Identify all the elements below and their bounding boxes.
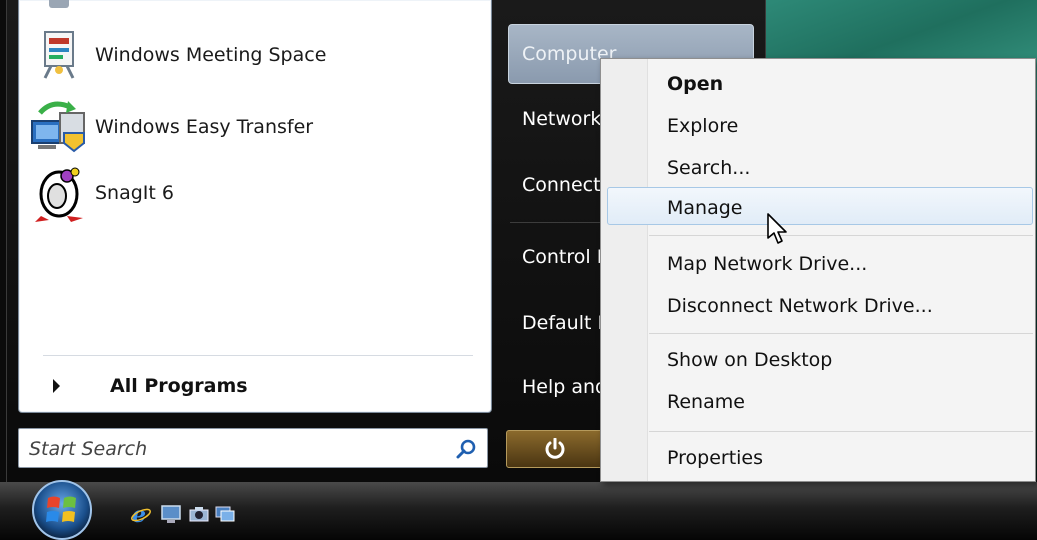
power-icon: [545, 438, 565, 459]
meeting-space-icon: [29, 25, 89, 85]
partial-program-icon: [49, 0, 69, 8]
menu-item-properties[interactable]: Properties: [667, 447, 763, 469]
show-desktop-icon[interactable]: [160, 503, 182, 525]
program-item-easy-transfer[interactable]: Windows Easy Transfer: [29, 96, 484, 158]
right-item-label: Control Panel: [522, 246, 602, 268]
menu-icon-gutter: [601, 59, 648, 481]
menu-separator: [649, 431, 1033, 432]
computer-context-menu: Open Explore Search... Manage Map Networ…: [600, 58, 1036, 482]
right-item-label: Connect To: [522, 174, 602, 196]
program-item-meeting-space[interactable]: Windows Meeting Space: [29, 24, 484, 86]
arrow-right-icon: [53, 379, 60, 393]
menu-separator: [649, 333, 1033, 334]
switch-windows-icon[interactable]: [214, 503, 236, 525]
right-item-label: Network: [522, 108, 602, 130]
menu-separator: [649, 235, 1033, 236]
menu-item-explore[interactable]: Explore: [667, 115, 738, 137]
right-item-default-programs[interactable]: Default Programs: [522, 312, 602, 334]
menu-item-disconnect-network-drive[interactable]: Disconnect Network Drive...: [667, 295, 933, 317]
menu-item-search[interactable]: Search...: [667, 157, 750, 179]
start-search-input[interactable]: [19, 429, 451, 469]
search-icon[interactable]: [455, 438, 477, 460]
easy-transfer-icon: [29, 97, 89, 157]
power-button[interactable]: [506, 430, 606, 468]
right-item-control-panel[interactable]: Control Panel: [522, 246, 602, 268]
right-item-label: Help and Support: [522, 376, 602, 398]
all-programs-button[interactable]: All Programs: [39, 368, 479, 404]
right-item-help-support[interactable]: Help and Support: [522, 376, 602, 398]
camera-icon[interactable]: [188, 503, 210, 525]
program-label: SnagIt 6: [95, 182, 174, 204]
program-label: Windows Easy Transfer: [95, 116, 314, 138]
right-item-connect-to[interactable]: Connect To: [522, 174, 602, 196]
snagit-icon: [29, 163, 89, 223]
taskbar: [0, 482, 1037, 540]
start-menu-programs-pane: Windows Meeting Space Windows Easy Trans…: [18, 0, 492, 413]
all-programs-label: All Programs: [110, 375, 248, 397]
menu-item-manage[interactable]: Manage: [667, 197, 742, 219]
start-search-box[interactable]: [18, 428, 488, 469]
start-orb-icon[interactable]: [26, 476, 98, 540]
menu-item-open[interactable]: Open: [667, 73, 723, 95]
menu-item-map-network-drive[interactable]: Map Network Drive...: [667, 253, 867, 275]
program-item-snagit[interactable]: SnagIt 6: [29, 162, 484, 224]
right-item-label: Default Programs: [522, 312, 602, 334]
program-label: Windows Meeting Space: [95, 44, 327, 66]
right-item-network[interactable]: Network: [522, 108, 602, 130]
menu-item-show-on-desktop[interactable]: Show on Desktop: [667, 349, 832, 371]
mouse-cursor-icon: [767, 213, 787, 244]
programs-separator: [43, 355, 473, 356]
menu-item-rename[interactable]: Rename: [667, 391, 745, 413]
ie-icon[interactable]: e: [130, 503, 152, 525]
